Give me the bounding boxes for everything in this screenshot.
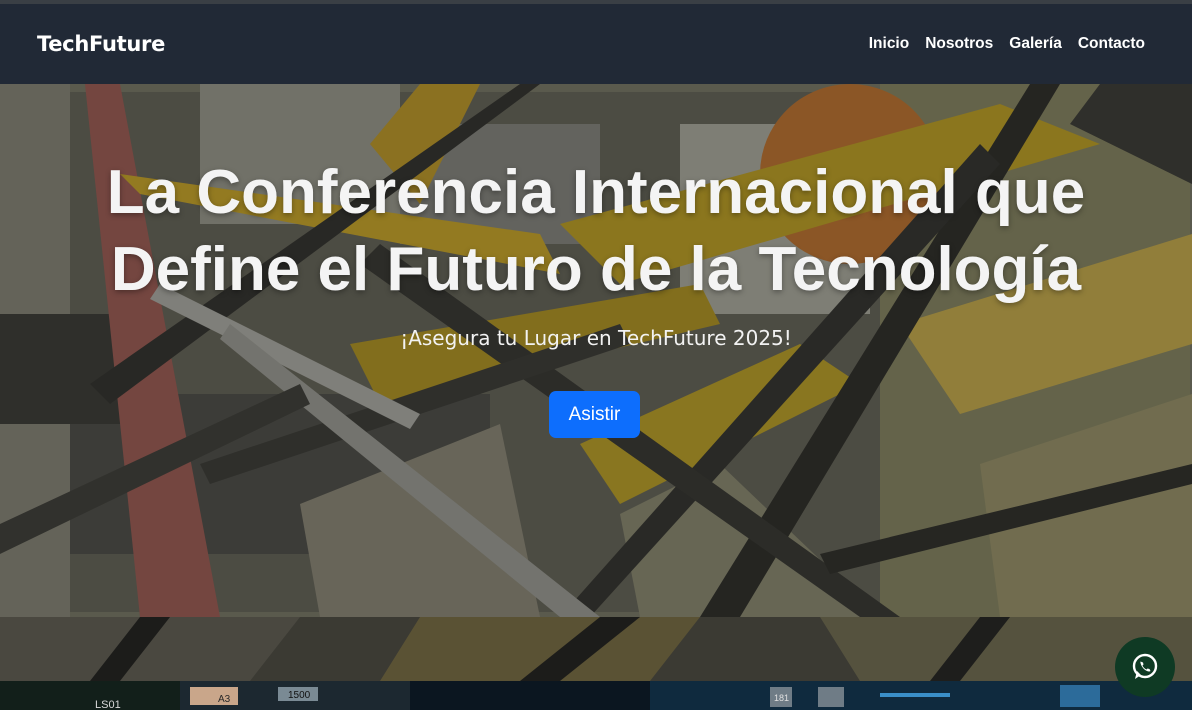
- nav-link-contacto[interactable]: Contacto: [1078, 35, 1145, 53]
- hero-subtitle: ¡Asegura tu Lugar en TechFuture 2025!: [400, 326, 792, 350]
- hero-title-line-2: Define el Futuro de la Tecnología: [110, 235, 1082, 304]
- chip-label-181: 181: [774, 693, 789, 703]
- chip-label-ls01: LS01: [95, 699, 121, 710]
- whatsapp-icon: [1132, 653, 1158, 679]
- band-background-image: [0, 617, 1192, 681]
- navbar: TechFuture Inicio Nosotros Galería Conta…: [0, 4, 1192, 84]
- hero-title-line-1: La Conferencia Internacional que: [106, 158, 1086, 227]
- circuit-board-image-strip: LS01 A3 1500 181: [0, 681, 1192, 710]
- whatsapp-button[interactable]: [1115, 637, 1175, 697]
- chip-label-1500: 1500: [288, 690, 311, 701]
- nav-link-galeria[interactable]: Galería: [1009, 35, 1062, 53]
- chip-label-a3: A3: [218, 694, 231, 705]
- attend-button[interactable]: Asistir: [549, 391, 640, 438]
- nav-link-nosotros[interactable]: Nosotros: [925, 35, 993, 53]
- hero-title: La Conferencia Internacional que Define …: [0, 154, 1192, 308]
- section-divider-band: [0, 617, 1192, 681]
- nav-link-inicio[interactable]: Inicio: [869, 35, 909, 53]
- circuit-board-image: LS01 A3 1500 181: [0, 681, 1192, 710]
- brand-logo[interactable]: TechFuture: [37, 32, 165, 56]
- nav-links: Inicio Nosotros Galería Contacto: [869, 35, 1145, 53]
- hero-section: La Conferencia Internacional que Define …: [0, 84, 1192, 617]
